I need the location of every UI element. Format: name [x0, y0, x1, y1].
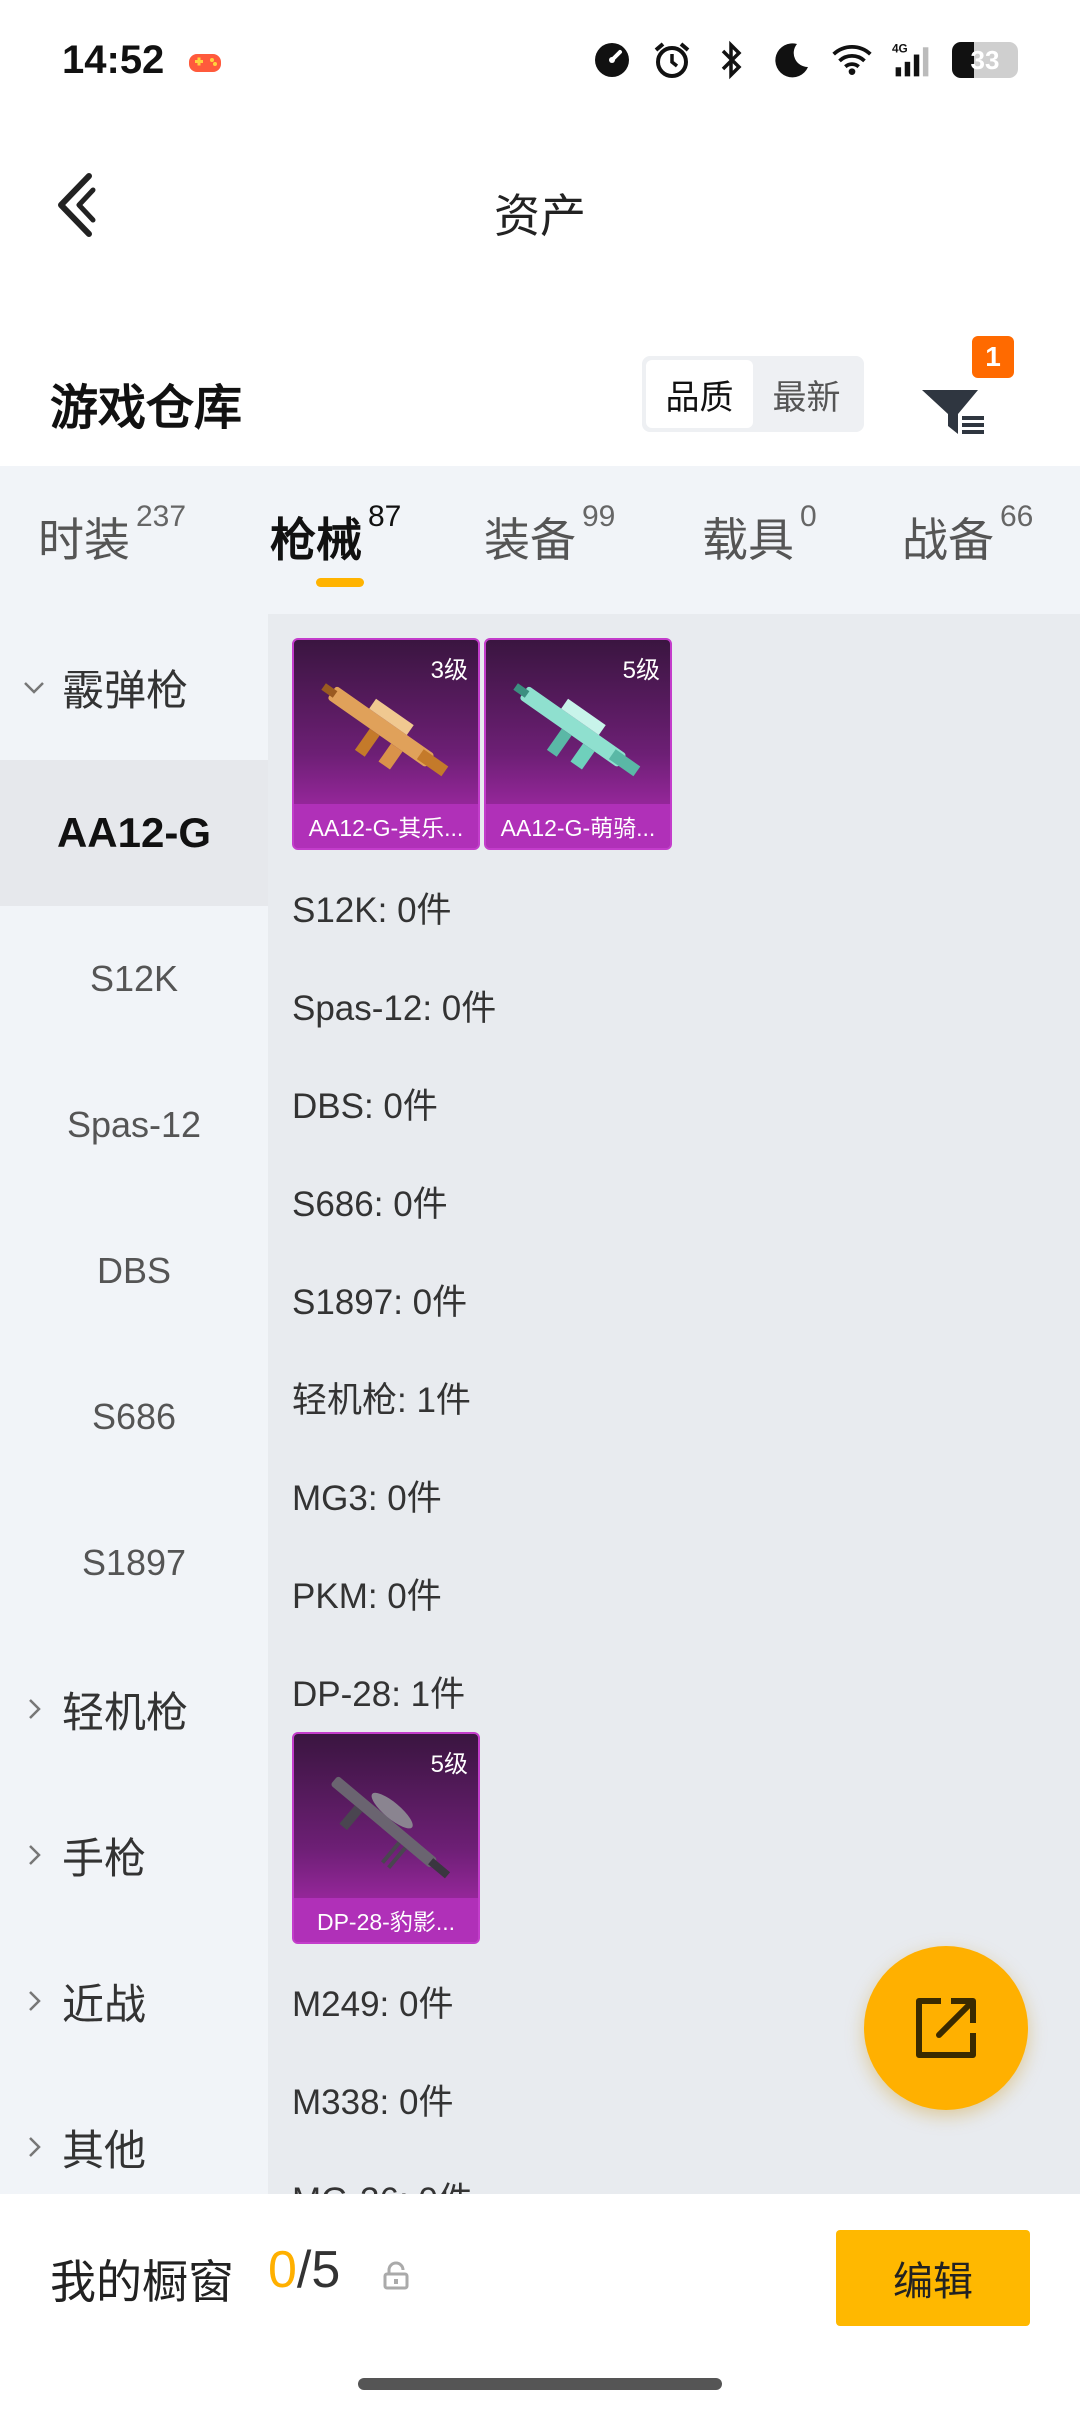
showcase-label: 我的橱窗 — [50, 2256, 234, 2308]
sidebar-item-s1897[interactable]: S1897 — [0, 1490, 268, 1636]
battery-icon: 33 — [952, 42, 1018, 78]
weapon-count-dp-28: DP-28: 1件 — [292, 1675, 466, 1714]
weapon-count-lmg: 轻机枪: 1件 — [292, 1381, 471, 1420]
sidebar-item-s686[interactable]: S686 — [0, 1344, 268, 1490]
tab-count: 237 — [136, 500, 187, 533]
alarm-icon — [652, 40, 692, 80]
tab-label: 装备 — [484, 514, 576, 566]
tab-firearms[interactable]: 枪械 87 — [270, 500, 401, 570]
weapon-count-s686: S686: 0件 — [292, 1185, 448, 1224]
weapon-count-mg-36: MG-36: 0件 — [292, 2172, 473, 2194]
game-controller-icon — [189, 54, 221, 72]
page-title: 资产 — [494, 190, 586, 242]
speedometer-icon — [592, 40, 632, 80]
sidebar-item-label: 其他 — [62, 2126, 147, 2174]
sidebar-item-spas-12[interactable]: Spas-12 — [0, 1052, 268, 1198]
chevron-right-icon — [29, 1991, 41, 2011]
share-button[interactable] — [864, 1946, 1028, 2110]
item-card-dp-28-baoying[interactable]: 5级 DP-28-豹影... — [292, 1732, 480, 1944]
sidebar-item-dbs[interactable]: DBS — [0, 1198, 268, 1344]
nav-header: 资产 — [0, 140, 1080, 270]
tab-vehicles[interactable]: 载具 0 — [702, 500, 817, 570]
sidebar-item-shotgun[interactable]: 霰弹枪 — [0, 614, 268, 760]
sidebar-item-label: S12K — [89, 958, 179, 999]
status-time: 14:52 — [62, 38, 165, 82]
weapon-count-pkm: PKM: 0件 — [292, 1577, 442, 1616]
sidebar-item-label: Spas-12 — [66, 1104, 202, 1145]
tab-label: 战备 — [902, 514, 994, 566]
showcase-total: /5 — [296, 2241, 341, 2299]
network-type-label: 4G — [892, 42, 908, 56]
wifi-icon — [832, 40, 872, 80]
bluetooth-icon — [712, 40, 752, 80]
tab-label: 时装 — [38, 514, 130, 566]
sidebar-item-s12k[interactable]: S12K — [0, 906, 268, 1052]
weapon-count-m338: M338: 0件 — [292, 2083, 454, 2122]
tab-label: 载具 — [702, 514, 794, 566]
tab-count: 87 — [368, 500, 402, 533]
share-icon — [916, 1998, 976, 2058]
weapon-count-spas-12: Spas-12: 0件 — [292, 989, 497, 1028]
category-tabs: 时装 237 枪械 87 装备 99 载具 0 战备 66 — [0, 466, 1080, 614]
tab-equipment[interactable]: 装备 99 — [484, 500, 615, 570]
tab-fashion[interactable]: 时装 237 — [38, 500, 186, 570]
sidebar: 霰弹枪 AA12-G S12K Spas-12 DBS S686 S1897 轻… — [0, 614, 268, 2194]
sort-option-newest[interactable]: 最新 — [753, 360, 860, 428]
active-tab-indicator — [316, 578, 364, 587]
showcase-count: 0/5 — [268, 2240, 340, 2300]
weapon-count-m249: M249: 0件 — [292, 1985, 454, 2024]
sidebar-item-pistol[interactable]: 手枪 — [0, 1782, 268, 1928]
sidebar-item-label: AA12-G — [56, 809, 212, 856]
weapon-count-s1897: S1897: 0件 — [292, 1283, 468, 1322]
sidebar-item-label: 霰弹枪 — [62, 666, 189, 714]
battery-level: 33 — [970, 44, 1000, 75]
sidebar-item-label: 近战 — [62, 1980, 147, 2028]
weapon-count-dbs: DBS: 0件 — [292, 1087, 438, 1126]
sidebar-item-label: S686 — [91, 1396, 177, 1437]
chevron-right-icon — [29, 1845, 41, 1865]
lmg-skin-icon — [331, 1776, 451, 1879]
moon-icon — [772, 40, 812, 80]
chevron-down-icon — [24, 682, 44, 694]
sidebar-item-label: 轻机枪 — [62, 1688, 189, 1736]
chevron-right-icon — [29, 1699, 41, 1719]
item-name: DP-28-豹影... — [294, 1898, 478, 1942]
lock-icon — [383, 2261, 409, 2290]
status-icons: 4G 33 — [592, 40, 1018, 80]
item-name: AA12-G-萌骑... — [486, 804, 670, 848]
weapon-count-s12k: S12K: 0件 — [292, 891, 452, 930]
item-card-aa12-g-mengqi[interactable]: 5级 AA12-G-萌骑... — [484, 638, 672, 850]
tab-count: 0 — [800, 500, 817, 533]
tab-count: 99 — [582, 500, 616, 533]
sidebar-item-label: DBS — [96, 1250, 172, 1291]
shotgun-skin-icon — [513, 683, 641, 777]
tab-battle-gear[interactable]: 战备 66 — [902, 500, 1033, 570]
item-name: AA12-G-其乐... — [294, 804, 478, 848]
signal-4g-icon: 4G — [892, 40, 932, 80]
warehouse-title: 游戏仓库 — [50, 382, 243, 435]
filter-count-badge: 1 — [972, 336, 1014, 378]
weapon-count-mg3: MG3: 0件 — [292, 1479, 442, 1518]
status-bar: 14:52 4G 33 — [0, 0, 1080, 120]
sidebar-item-aa12-g[interactable]: AA12-G — [0, 760, 268, 906]
sort-toggle: 品质 最新 — [642, 356, 864, 432]
edit-button[interactable]: 编辑 — [836, 2230, 1030, 2326]
tab-label: 枪械 — [270, 514, 362, 566]
chevron-right-icon — [29, 2137, 41, 2157]
item-card-aa12-g-qile[interactable]: 3级 AA12-G-其乐... — [292, 638, 480, 850]
sidebar-item-lmg[interactable]: 轻机枪 — [0, 1636, 268, 1782]
tab-count: 66 — [1000, 500, 1034, 533]
home-indicator[interactable] — [358, 2378, 722, 2390]
sidebar-item-label: S1897 — [81, 1542, 187, 1583]
warehouse-header: 游戏仓库 品质 最新 — [0, 330, 1080, 460]
showcase-current: 0 — [268, 2241, 297, 2299]
sidebar-item-melee[interactable]: 近战 — [0, 1928, 268, 2074]
sidebar-item-label: 手枪 — [62, 1834, 147, 1882]
sort-option-quality[interactable]: 品质 — [646, 360, 753, 428]
shotgun-skin-icon — [321, 683, 449, 777]
